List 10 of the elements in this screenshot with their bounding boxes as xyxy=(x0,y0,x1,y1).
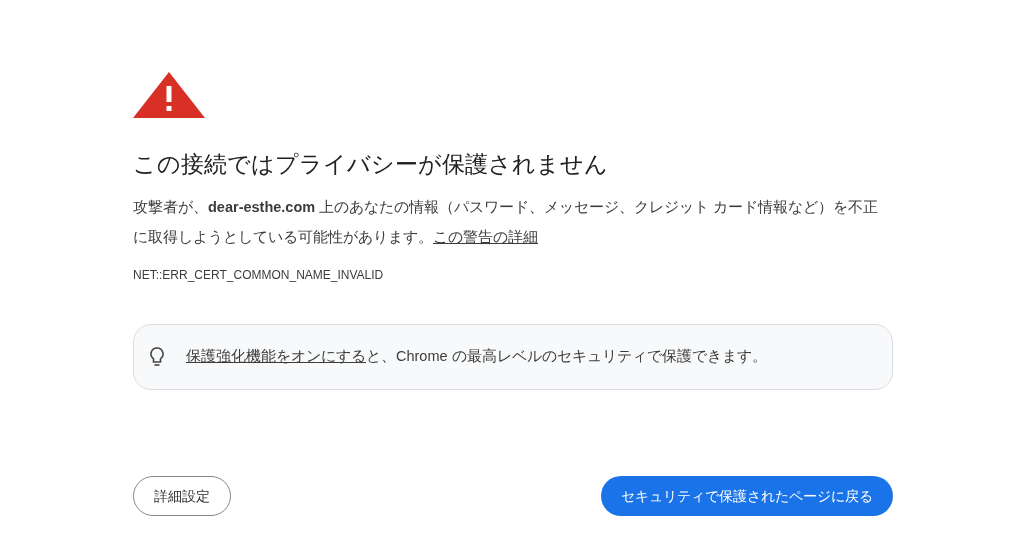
back-to-safety-button[interactable]: セキュリティで保護されたページに戻る xyxy=(601,476,893,516)
advanced-button[interactable]: 詳細設定 xyxy=(133,476,231,516)
error-code: NET::ERR_CERT_COMMON_NAME_INVALID xyxy=(133,267,385,284)
tip-text: 保護強化機能をオンにする と、Chrome の最高レベルのセキュリティで保護できます。 xyxy=(186,347,767,367)
enhanced-protection-link[interactable]: 保護強化機能をオンにする xyxy=(186,348,366,365)
page-title: この接続ではプライバシーが保護されません xyxy=(133,150,609,179)
details-link[interactable]: この警告の詳細 xyxy=(433,229,538,245)
warning-message: 攻撃者が、dear-esthe.com 上のあなたの情報（パスワード、メッセージ、クレジット カード情報など）を不正に取得しようとしている可能性があります。この警告の詳細 xyxy=(133,198,880,247)
lightbulb-icon xyxy=(150,347,164,367)
warning-icon xyxy=(133,72,205,118)
